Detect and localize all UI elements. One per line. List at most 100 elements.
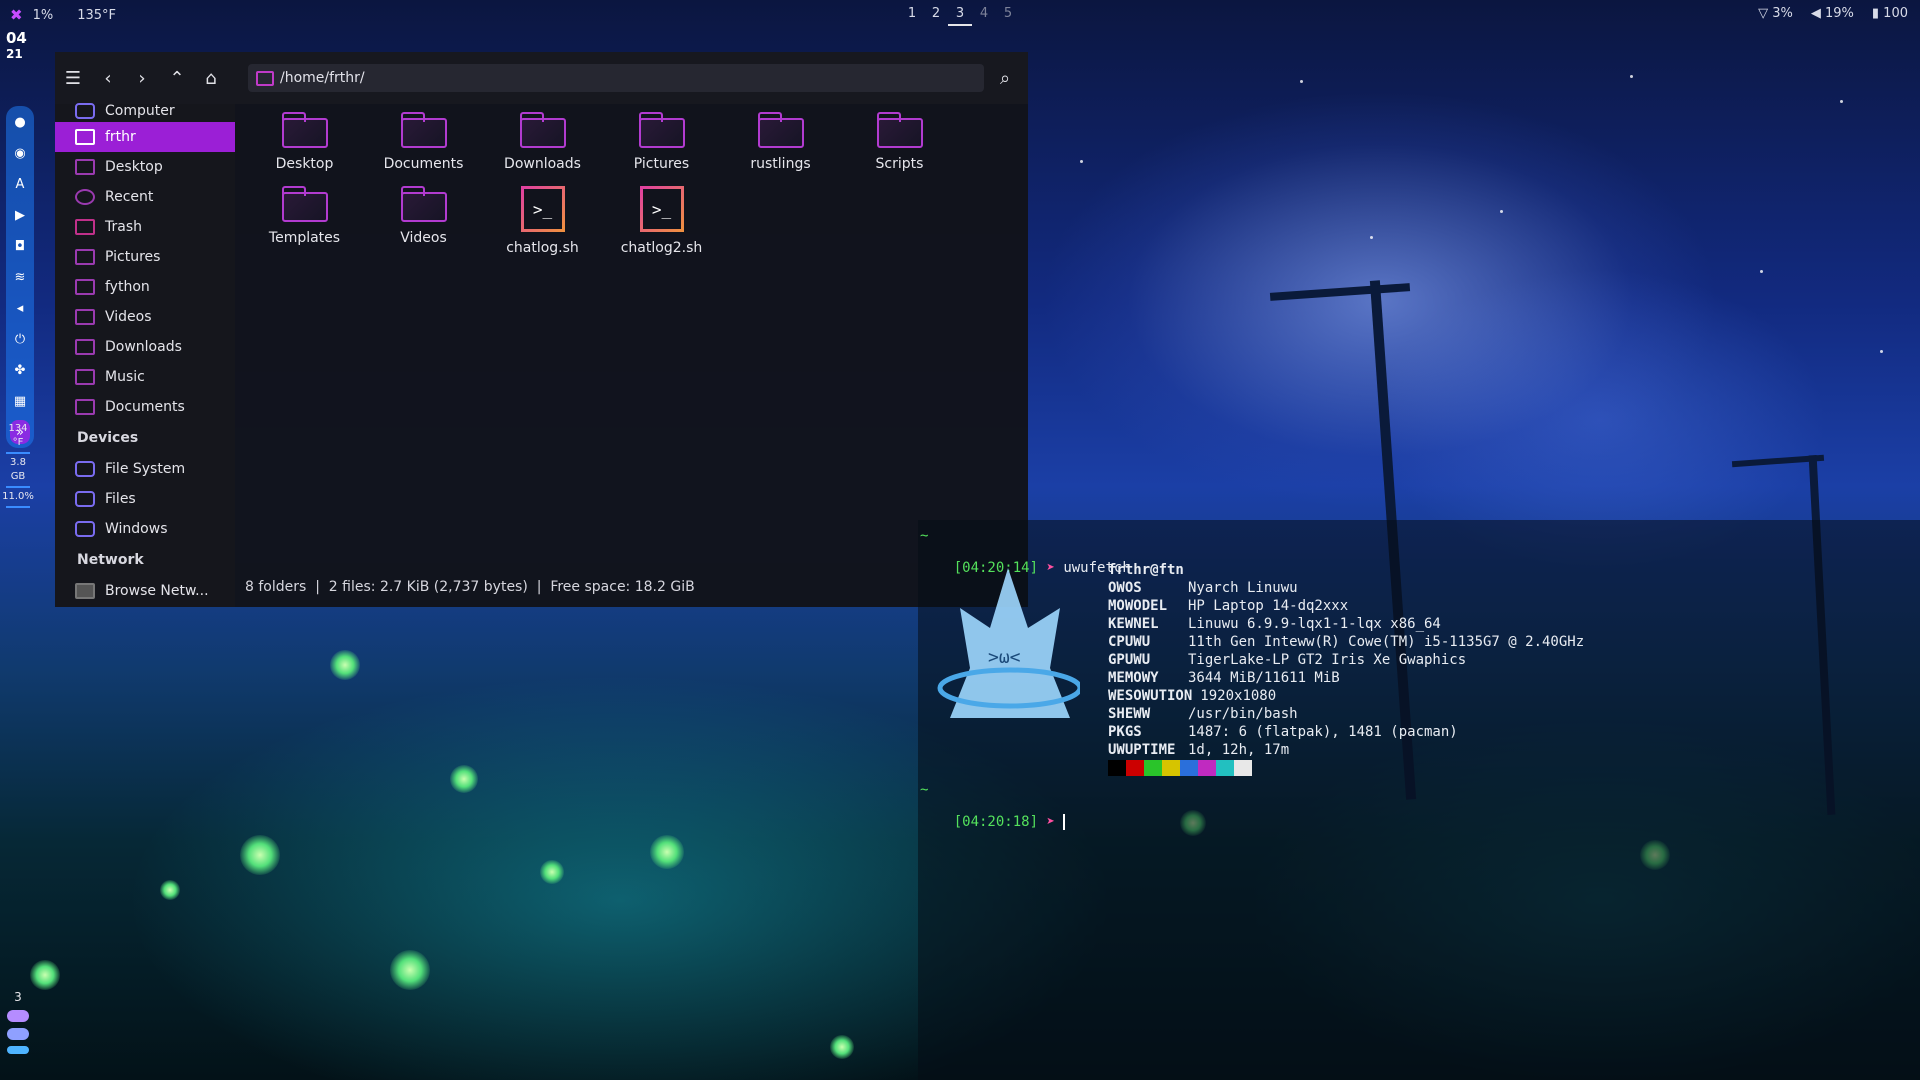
computer-icon bbox=[75, 103, 95, 119]
trash-icon bbox=[75, 219, 95, 235]
fetch-value: 1487: 6 (flatpak), 1481 (pacman) bbox=[1188, 724, 1458, 740]
folder-item-downloads[interactable]: Downloads bbox=[483, 112, 602, 172]
dock-stats: 134 °F 3.8 GB 11.0% bbox=[2, 422, 34, 510]
media-icon[interactable]: ▶ bbox=[10, 203, 30, 227]
folder-item-desktop[interactable]: Desktop bbox=[245, 112, 364, 172]
battery-indicator[interactable]: ▮ 100 bbox=[1872, 6, 1908, 21]
folder-item-templates[interactable]: Templates bbox=[245, 186, 364, 256]
file-item-chatlog[interactable]: >_ chatlog.sh bbox=[483, 186, 602, 256]
sidebar-item-label: Recent bbox=[105, 189, 154, 205]
sidebar-item-fython[interactable]: fython bbox=[55, 272, 235, 302]
grid-icon[interactable]: ▦ bbox=[10, 389, 30, 413]
file-grid: Desktop Documents Downloads Pictures rus… bbox=[245, 112, 959, 256]
sidebar-item-documents[interactable]: Documents bbox=[55, 392, 235, 422]
file-item-chatlog2[interactable]: >_ chatlog2.sh bbox=[602, 186, 721, 256]
dock-temp: 134 bbox=[8, 423, 28, 434]
sidebar-header-devices: Devices bbox=[77, 430, 139, 446]
clock-hour: 04 bbox=[6, 29, 27, 47]
dock-temp-unit: °F bbox=[12, 437, 24, 448]
palette-swatch bbox=[1198, 760, 1216, 776]
folder-item-videos[interactable]: Videos bbox=[364, 186, 483, 256]
sidebar-item-computer[interactable]: Computer bbox=[55, 100, 235, 122]
desktop-folder-icon bbox=[75, 159, 95, 175]
file-manager-toolbar: ☰ ‹ › ⌃ ⌂ /home/frthr/ ⌕ bbox=[55, 52, 1028, 104]
sidebar-item-frthr[interactable]: frthr bbox=[55, 122, 235, 152]
workspace-2[interactable]: 2 bbox=[924, 4, 948, 26]
sidebar-item-desktop[interactable]: Desktop bbox=[55, 152, 235, 182]
location-path: /home/frthr/ bbox=[280, 70, 365, 86]
sidebar-item-label: Browse Netw... bbox=[105, 583, 209, 599]
sidebar-item-label: Videos bbox=[105, 309, 152, 325]
sidebar-item-recent[interactable]: Recent bbox=[55, 182, 235, 212]
sidebar-item-videos[interactable]: Videos bbox=[55, 302, 235, 332]
wifi-toggle-icon[interactable]: ≋ bbox=[10, 265, 30, 289]
sidebar-item-label: File System bbox=[105, 461, 186, 477]
volume-toggle-icon[interactable]: ◂ bbox=[10, 296, 30, 320]
menu-icon[interactable]: ☰ bbox=[61, 66, 85, 90]
item-label: Pictures bbox=[633, 156, 690, 172]
prompt-arrow: ➤ bbox=[1046, 814, 1055, 830]
back-icon[interactable]: ‹ bbox=[96, 66, 120, 90]
browser-icon[interactable]: ◉ bbox=[10, 141, 30, 165]
fetch-row: MOWODEL HP Laptop 14-dq2xxx bbox=[1108, 598, 1348, 614]
sidebar-item-pictures[interactable]: Pictures bbox=[55, 242, 235, 272]
power-icon[interactable]: ⏻ bbox=[10, 327, 30, 351]
search-icon[interactable]: ⌕ bbox=[993, 66, 1017, 90]
volume-level: 19% bbox=[1824, 6, 1854, 21]
fetch-row: CPUWU 11th Gen Inteww(R) Cowe(TM) i5-1135… bbox=[1108, 634, 1584, 650]
folder-item-pictures[interactable]: Pictures bbox=[602, 112, 721, 172]
workspace-3[interactable]: 3 bbox=[948, 4, 972, 26]
folder-item-documents[interactable]: Documents bbox=[364, 112, 483, 172]
terminal-window[interactable]: ~ [04:20:14] ➤ uwufetch >ω< frthr@ftn OW… bbox=[918, 520, 1920, 1080]
folder-icon bbox=[519, 112, 566, 148]
folder-item-rustlings[interactable]: rustlings bbox=[721, 112, 840, 172]
fetch-key: UWUPTIME bbox=[1108, 742, 1176, 758]
fan-icon[interactable]: ✤ bbox=[10, 358, 30, 382]
dock-workspace-number: 3 bbox=[14, 990, 22, 1004]
folder-icon bbox=[256, 70, 274, 86]
sidebar-item-label: Desktop bbox=[105, 159, 163, 175]
wifi-icon: ▽ bbox=[1758, 6, 1769, 21]
location-bar[interactable]: /home/frthr/ bbox=[248, 64, 984, 92]
palette-swatch bbox=[1162, 760, 1180, 776]
launcher-icon[interactable]: ✖ bbox=[10, 6, 23, 24]
fetch-key: CPUWU bbox=[1108, 634, 1151, 650]
up-icon[interactable]: ⌃ bbox=[165, 66, 189, 90]
fetch-row: OWOS Nyarch Linuwu bbox=[1108, 580, 1298, 596]
sidebar-item-browse-network[interactable]: Browse Netw... bbox=[55, 576, 235, 606]
sidebar-item-downloads[interactable]: Downloads bbox=[55, 332, 235, 362]
prompt-line-2[interactable]: [04:20:18] ➤ bbox=[920, 798, 1066, 846]
downloads-folder-icon bbox=[75, 339, 95, 355]
workspace-1[interactable]: 1 bbox=[900, 4, 924, 26]
color-palette bbox=[1108, 760, 1252, 780]
home-icon[interactable]: ⌂ bbox=[199, 66, 223, 90]
sidebar-item-windows[interactable]: Windows bbox=[55, 514, 235, 544]
svg-text:>ω<: >ω< bbox=[988, 647, 1021, 668]
sidebar-item-files[interactable]: Files bbox=[55, 484, 235, 514]
dock-pill-3[interactable] bbox=[7, 1046, 29, 1054]
music-folder-icon bbox=[75, 369, 95, 385]
item-label: rustlings bbox=[750, 156, 811, 172]
sidebar-item-label: Windows bbox=[105, 521, 168, 537]
fetch-row: SHEWW/usr/bin/bash bbox=[1108, 706, 1298, 722]
fetch-row: WESOWUTION 1920x1080 bbox=[1108, 688, 1276, 704]
folder-icon bbox=[281, 186, 328, 222]
sidebar-item-file-system[interactable]: File System bbox=[55, 454, 235, 484]
palette-swatch bbox=[1144, 760, 1162, 776]
font-icon[interactable]: A bbox=[10, 172, 30, 196]
wifi-strength: 3% bbox=[1772, 6, 1793, 21]
folder-item-scripts[interactable]: Scripts bbox=[840, 112, 959, 172]
sidebar-item-music[interactable]: Music bbox=[55, 362, 235, 392]
record-icon[interactable]: ● bbox=[10, 110, 30, 134]
workspace-5[interactable]: 5 bbox=[996, 4, 1020, 26]
dock-pill-1[interactable] bbox=[7, 1010, 29, 1022]
wifi-indicator[interactable]: ▽ 3% bbox=[1758, 6, 1793, 21]
terminal-tilde: ~ bbox=[920, 528, 929, 544]
discord-icon[interactable]: ◘ bbox=[10, 234, 30, 258]
drive-icon bbox=[75, 461, 95, 477]
volume-indicator[interactable]: ◀ 19% bbox=[1811, 6, 1854, 21]
workspace-4[interactable]: 4 bbox=[972, 4, 996, 26]
sidebar-item-trash[interactable]: Trash bbox=[55, 212, 235, 242]
forward-icon[interactable]: › bbox=[130, 66, 154, 90]
dock-pill-2[interactable] bbox=[7, 1028, 29, 1040]
